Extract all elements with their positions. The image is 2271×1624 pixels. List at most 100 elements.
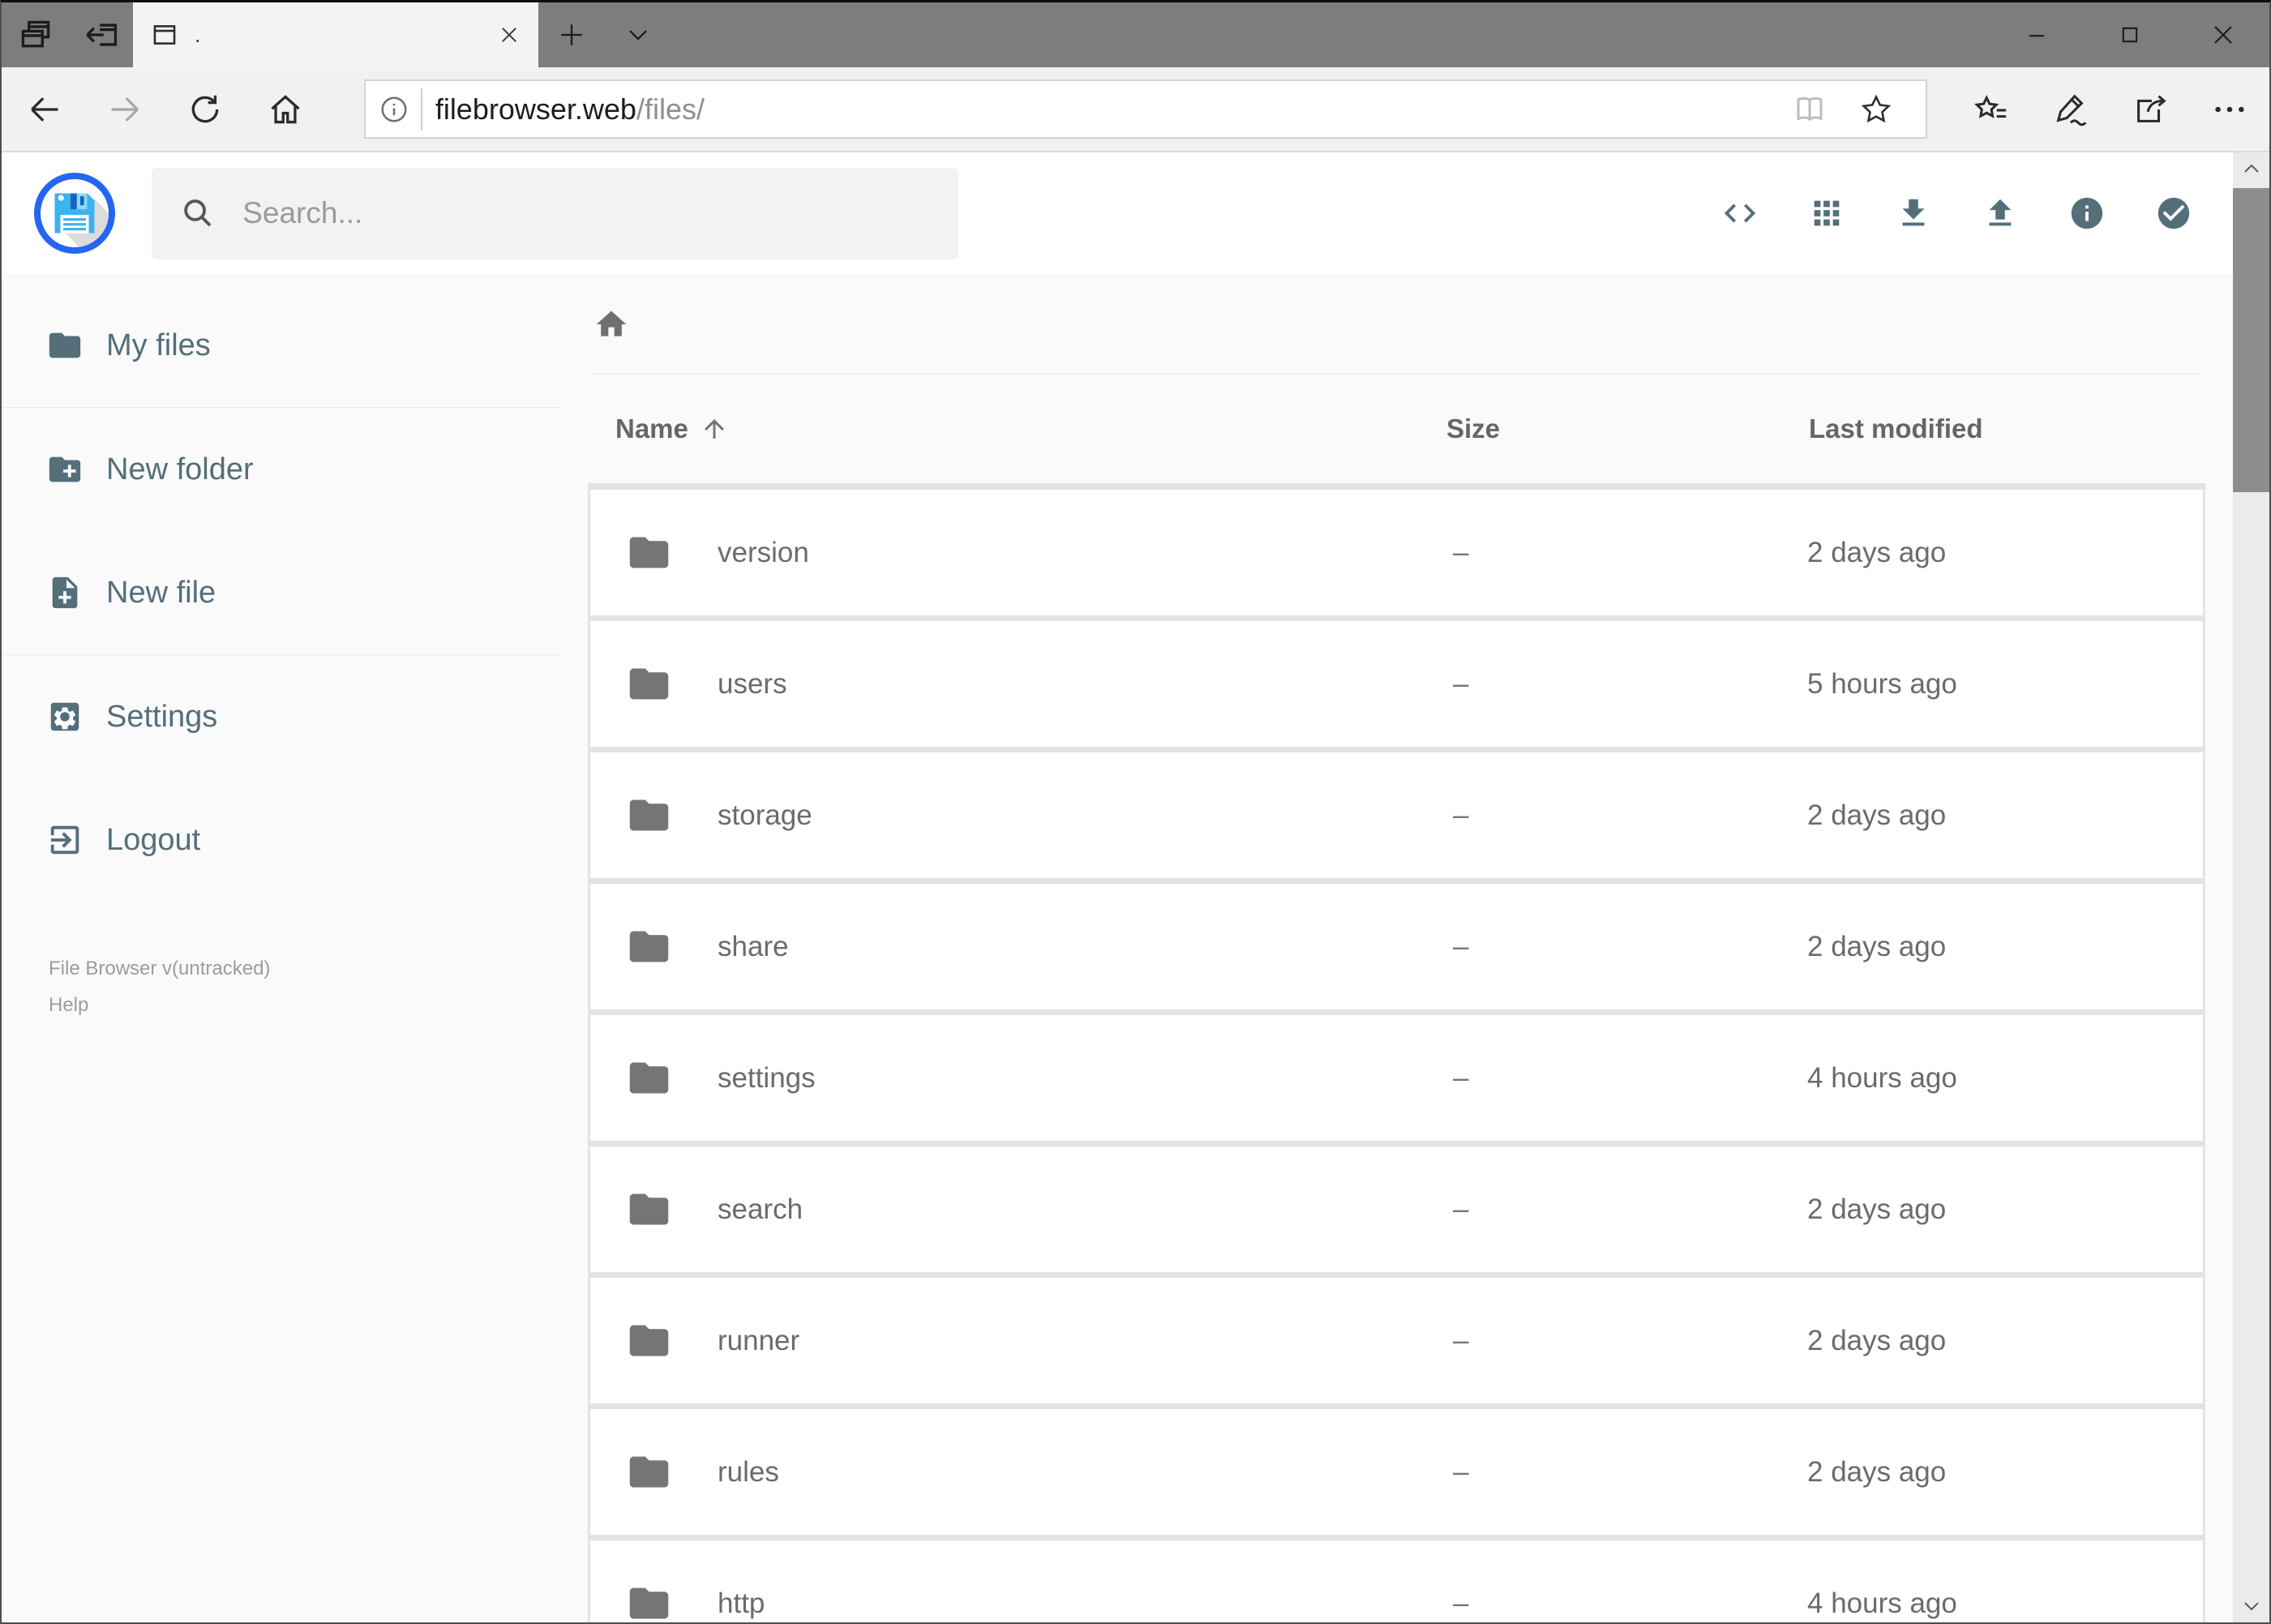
floppy-disk-icon	[54, 193, 109, 247]
add-favorite-star-icon[interactable]	[1859, 92, 1893, 126]
close-window-button[interactable]	[2176, 2, 2269, 67]
scroll-up-button[interactable]	[2233, 152, 2269, 186]
home-icon	[271, 94, 300, 123]
folder-icon	[629, 1325, 669, 1356]
file-size: –	[1453, 536, 1469, 568]
maximize-icon	[2122, 27, 2137, 43]
scroll-down-button[interactable]	[2233, 1588, 2269, 1622]
check-circle-icon	[2157, 197, 2190, 229]
share-button[interactable]	[2110, 67, 2190, 151]
folder-icon	[629, 668, 669, 700]
column-header-modified[interactable]: Last modified	[1809, 413, 2233, 444]
back-icon	[31, 96, 58, 122]
favorites-hub-icon	[1974, 94, 2007, 118]
search-input[interactable]	[242, 196, 934, 230]
file-row[interactable]: rules – 2 days ago	[590, 1409, 2203, 1535]
file-row[interactable]: search – 2 days ago	[590, 1146, 2203, 1272]
address-bar[interactable]: filebrowser.web/files/	[363, 79, 1927, 139]
tab-close-button[interactable]	[498, 24, 521, 46]
sidebar-item-settings[interactable]: Settings	[2, 655, 561, 778]
sidebar-item-label: New file	[106, 575, 216, 610]
sidebar: My files New folder New file Settings Lo…	[2, 274, 561, 1622]
plus-icon	[561, 24, 582, 45]
folder-icon	[629, 537, 669, 568]
breadcrumb	[561, 274, 2233, 374]
file-row[interactable]: share – 2 days ago	[590, 884, 2203, 1009]
forward-button[interactable]	[85, 67, 165, 151]
maximize-button[interactable]	[2083, 2, 2176, 67]
file-name: version	[718, 536, 809, 568]
file-modified: 2 days ago	[1807, 1324, 1947, 1356]
back-button[interactable]	[5, 67, 85, 151]
scrollbar-thumb[interactable]	[2233, 188, 2269, 492]
switch-view-button[interactable]	[1808, 195, 1845, 232]
page-scrollbar[interactable]	[2233, 152, 2269, 1622]
url-text[interactable]: filebrowser.web/files/	[435, 92, 705, 126]
select-multiple-button[interactable]	[2155, 195, 2192, 232]
app-version: File Browser v(untracked)	[49, 958, 271, 979]
tab-title: .	[195, 22, 201, 47]
help-link[interactable]: Help	[49, 992, 561, 1020]
reading-view-icon[interactable]	[1791, 92, 1828, 126]
minimize-button[interactable]	[1990, 2, 2083, 67]
pen-icon	[2056, 93, 2087, 126]
file-row[interactable]: users – 5 hours ago	[590, 621, 2203, 747]
file-size: –	[1453, 1324, 1469, 1356]
file-size: –	[1453, 1061, 1469, 1094]
file-row[interactable]: storage – 2 days ago	[590, 752, 2203, 878]
folder-icon-cell	[626, 529, 718, 576]
sidebar-item-my-files[interactable]: My files	[2, 284, 561, 407]
file-size: –	[1453, 1587, 1469, 1619]
close-icon	[502, 28, 516, 42]
column-header-size[interactable]: Size	[1446, 413, 1809, 444]
raw-view-button[interactable]	[1721, 195, 1759, 232]
file-name: http	[718, 1587, 765, 1619]
code-icon	[1724, 204, 1756, 223]
filebrowser-logo[interactable]	[34, 173, 115, 254]
file-name: users	[718, 667, 787, 700]
tab-preview-button[interactable]	[2, 2, 70, 67]
tab-preview-icon	[21, 20, 50, 48]
new-tab-button[interactable]	[538, 2, 605, 67]
sidebar-item-logout[interactable]: Logout	[2, 778, 561, 902]
file-row[interactable]: runner – 2 days ago	[590, 1278, 2203, 1403]
tab-list-dropdown-button[interactable]	[605, 2, 671, 67]
minimize-icon	[2029, 35, 2044, 37]
sidebar-item-label: New folder	[106, 452, 254, 486]
column-header-name[interactable]: Name	[615, 413, 1446, 444]
browser-tab[interactable]: .	[133, 2, 538, 67]
chevron-down-icon	[2243, 1602, 2259, 1611]
file-row[interactable]: http – 4 hours ago	[590, 1540, 2203, 1622]
info-icon	[2071, 197, 2103, 229]
download-icon	[1902, 199, 1925, 226]
url-host: filebrowser.web	[435, 92, 636, 126]
chevron-up-icon	[2243, 164, 2259, 173]
chevron-down-icon	[629, 30, 647, 41]
listing-header: Name Size Last modified	[561, 375, 2233, 483]
tabs-set-aside-button[interactable]	[70, 2, 133, 67]
file-modified: 2 days ago	[1807, 1193, 1947, 1225]
search-icon	[184, 199, 212, 227]
app-body: My files New folder New file Settings Lo…	[2, 274, 2269, 1622]
upload-button[interactable]	[1982, 195, 2019, 232]
refresh-button[interactable]	[165, 67, 246, 151]
settings-menu-button[interactable]	[2190, 67, 2269, 151]
web-notes-button[interactable]	[2031, 67, 2110, 151]
folder-icon-cell	[626, 1186, 718, 1232]
info-button[interactable]	[2068, 195, 2106, 232]
breadcrumb-home-icon[interactable]	[593, 306, 629, 342]
download-button[interactable]	[1895, 195, 1932, 232]
favorites-hub-button[interactable]	[1952, 67, 2031, 151]
file-listing: version – 2 days ago users – 5 hours ago…	[588, 483, 2205, 1622]
search-bar[interactable]	[152, 167, 958, 259]
site-info-icon[interactable]	[379, 94, 409, 125]
app-header	[2, 152, 2269, 274]
folder-icon	[629, 1062, 669, 1094]
file-row[interactable]: settings – 4 hours ago	[590, 1015, 2203, 1141]
sidebar-item-new-file[interactable]: New file	[2, 531, 561, 654]
tabs-set-aside-icon	[86, 24, 118, 46]
file-row[interactable]: version – 2 days ago	[590, 490, 2203, 615]
sidebar-item-new-folder[interactable]: New folder	[2, 408, 561, 531]
logout-icon	[50, 825, 79, 855]
home-button[interactable]	[246, 67, 326, 151]
